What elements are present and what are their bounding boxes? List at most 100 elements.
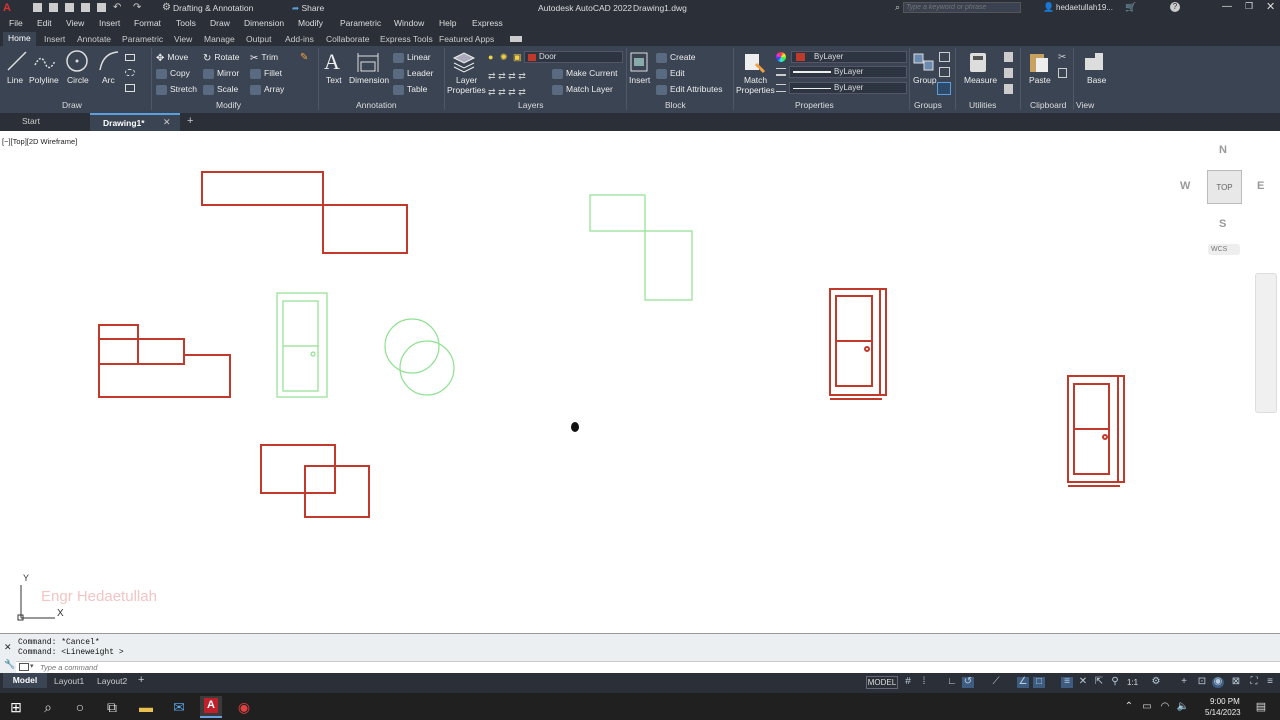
polyline-button[interactable]: Polyline xyxy=(29,75,59,85)
annotation-monitor-icon[interactable]: + xyxy=(1178,677,1190,688)
task-view-icon[interactable]: ⧉ xyxy=(103,698,121,716)
viewcube-north[interactable]: N xyxy=(1219,144,1227,156)
layer-thaw-icon[interactable]: ⇄ xyxy=(498,87,506,97)
undo-icon[interactable]: ↶ xyxy=(113,3,121,13)
isolate-objects-icon[interactable]: ⊠ xyxy=(1230,677,1242,688)
tab-featured-apps[interactable]: Featured Apps xyxy=(439,34,494,44)
red-rect-5[interactable] xyxy=(137,338,185,365)
workspace-switch-icon[interactable]: ⚙ xyxy=(1150,677,1162,688)
clock-date[interactable]: 5/14/2023 xyxy=(1205,708,1241,717)
redo-icon[interactable]: ↷ xyxy=(133,3,141,13)
grid-icon[interactable]: # xyxy=(902,677,914,688)
tab-view[interactable]: View xyxy=(174,34,192,44)
copy-clip-icon[interactable] xyxy=(1058,68,1067,78)
create-block-button[interactable]: Create xyxy=(656,52,696,63)
menu-window[interactable]: Window xyxy=(394,18,424,28)
calculator-icon[interactable] xyxy=(1004,52,1013,62)
arc-button[interactable]: Arc xyxy=(102,75,115,85)
tab-layout1[interactable]: Layout1 xyxy=(54,676,84,686)
autocad-logo-icon[interactable]: A xyxy=(3,2,17,14)
layers-panel-label[interactable]: Layers xyxy=(518,100,544,110)
file-explorer-icon[interactable]: ▬ xyxy=(137,698,155,716)
menu-edit[interactable]: Edit xyxy=(37,18,52,28)
leader-button[interactable]: Leader xyxy=(393,68,433,79)
taskbar-search-icon[interactable]: ⌕ xyxy=(39,698,57,716)
move-button[interactable]: ✥ Move xyxy=(156,52,188,64)
match-properties-line2[interactable]: Properties xyxy=(736,85,775,95)
menu-dimension[interactable]: Dimension xyxy=(244,18,284,28)
base-button[interactable]: Base xyxy=(1087,75,1106,85)
linear-button[interactable]: Linear xyxy=(393,52,431,63)
layer-off-icon[interactable]: ⇄ xyxy=(488,71,496,81)
group-edit-icon[interactable] xyxy=(939,67,950,77)
tab-start[interactable]: Start xyxy=(22,116,40,126)
wcs-menu[interactable]: WCS xyxy=(1208,244,1240,255)
layer-unlock-icon[interactable]: ⇄ xyxy=(508,87,516,97)
customization-icon[interactable]: ≡ xyxy=(1264,677,1276,688)
line-button[interactable]: Line xyxy=(7,75,23,85)
share-button[interactable]: ➦ Share xyxy=(292,3,324,14)
group-button[interactable]: Group xyxy=(913,75,937,85)
paste-button[interactable]: Paste xyxy=(1029,75,1051,85)
rectangle-icon[interactable] xyxy=(125,54,135,61)
autocad-taskbar-icon[interactable]: A xyxy=(200,696,222,718)
save-icon[interactable] xyxy=(65,3,74,12)
red-rect-7[interactable] xyxy=(304,465,370,518)
new-tab-icon[interactable]: + xyxy=(187,115,193,127)
lock-icon[interactable]: ▣ xyxy=(513,52,522,63)
user-icon[interactable]: 👤 xyxy=(1043,2,1054,13)
search-input[interactable] xyxy=(903,2,1021,13)
rotate-button[interactable]: ↻ Rotate xyxy=(203,52,239,64)
menu-format[interactable]: Format xyxy=(134,18,161,28)
copy-button[interactable]: Copy xyxy=(156,68,190,79)
tray-chevron-icon[interactable]: ⌃ xyxy=(1120,698,1138,716)
new-layout-icon[interactable]: + xyxy=(138,674,144,686)
object-snap-tracking-icon[interactable]: ∠ xyxy=(1017,677,1029,688)
command-input[interactable] xyxy=(40,662,340,672)
annotation-panel-label[interactable]: Annotation xyxy=(356,100,397,110)
viewcube-west[interactable]: W xyxy=(1180,180,1190,192)
measure-button[interactable]: Measure xyxy=(964,75,997,85)
tab-parametric[interactable]: Parametric xyxy=(122,34,163,44)
clean-screen-icon[interactable]: ⛶ xyxy=(1248,677,1260,688)
tab-add-ins[interactable]: Add-ins xyxy=(285,34,314,44)
layer-dropdown[interactable]: Door xyxy=(524,51,623,63)
layer-isolate-icon[interactable]: ⇄ xyxy=(498,71,506,81)
fillet-button[interactable]: Fillet xyxy=(250,68,282,79)
cut-icon[interactable]: ✂ xyxy=(1058,52,1066,63)
command-customize-icon[interactable]: 🔧 xyxy=(4,659,15,670)
red-rect-2[interactable] xyxy=(322,204,408,254)
match-properties-line1[interactable]: Match xyxy=(744,75,767,85)
layer-lock-icon[interactable]: ⇄ xyxy=(518,71,526,81)
units-icon[interactable]: ⊡ xyxy=(1196,677,1208,688)
selection-cycling-icon[interactable]: ⇱ xyxy=(1093,677,1105,688)
user-name[interactable]: hedaetullah19... xyxy=(1056,3,1113,12)
help-icon[interactable]: ? xyxy=(1170,2,1180,12)
notification-icon[interactable]: ▤ xyxy=(1252,698,1270,716)
drawing-canvas[interactable]: [−][Top][2D Wireframe] Y X Engr Hedaetul… xyxy=(0,131,1280,633)
layer-previous-icon[interactable]: ⇄ xyxy=(518,87,526,97)
chrome-icon[interactable]: ◉ xyxy=(235,698,253,716)
tab-insert[interactable]: Insert xyxy=(44,34,65,44)
draw-panel-label[interactable]: Draw xyxy=(62,100,82,110)
workspace-dropdown[interactable]: Drafting & Annotation xyxy=(173,3,253,13)
plot-icon[interactable] xyxy=(97,3,106,12)
tab-manage[interactable]: Manage xyxy=(204,34,235,44)
utilities-panel-label[interactable]: Utilities xyxy=(969,100,996,110)
wifi-icon[interactable]: ◠ xyxy=(1156,698,1174,716)
menu-insert[interactable]: Insert xyxy=(99,18,120,28)
restore-icon[interactable]: ❐ xyxy=(1245,1,1253,12)
isometric-icon[interactable]: ⟋ xyxy=(990,677,1002,688)
id-point-icon[interactable] xyxy=(1004,84,1013,94)
clock-time[interactable]: 9:00 PM xyxy=(1210,697,1240,706)
cortana-icon[interactable]: ○ xyxy=(71,698,89,716)
windows-start-icon[interactable]: ⊞ xyxy=(7,698,25,716)
mirror-button[interactable]: Mirror xyxy=(203,68,239,79)
tab-output[interactable]: Output xyxy=(246,34,272,44)
navigation-bar[interactable] xyxy=(1255,273,1277,413)
menu-view[interactable]: View xyxy=(66,18,84,28)
stretch-button[interactable]: Stretch xyxy=(156,84,197,95)
green-rect-2[interactable] xyxy=(644,230,693,301)
tab-collaborate[interactable]: Collaborate xyxy=(326,34,369,44)
color-dropdown[interactable]: ByLayer xyxy=(791,51,907,63)
